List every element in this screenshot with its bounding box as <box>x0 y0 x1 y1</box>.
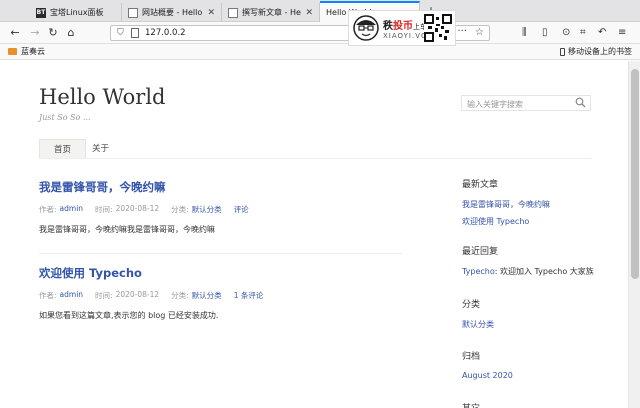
post-category-link[interactable]: 默认分类 <box>192 290 222 301</box>
comment-author-link[interactable]: Typecho <box>462 267 495 276</box>
post-author-link[interactable]: admin <box>60 204 84 215</box>
sidebar-recent-comments: 最近回复 Typecho: 欢迎加入 Typecho 大家族 <box>462 244 602 277</box>
post-title[interactable]: 欢迎使用 Typecho <box>39 265 403 281</box>
watermark-brand-top: 秩投币上车 <box>383 20 427 32</box>
watermark-text: 秩投币上车 XIAOYI.VC <box>383 17 427 40</box>
page-actions-icon[interactable]: ··· <box>457 26 467 37</box>
folder-icon <box>8 48 17 55</box>
post-meta: 作者: admin 时间: 2020-08-12 分类: 默认分类 1 条评论 <box>39 290 264 301</box>
search-placeholder: 输入关键字搜索 <box>467 100 523 109</box>
post-author-link[interactable]: admin <box>60 290 84 301</box>
recent-comment[interactable]: Typecho: 欢迎加入 Typecho 大家族 <box>462 266 602 277</box>
screenshot-icon[interactable]: ⊙ <box>562 27 570 38</box>
widget-title: 分类 <box>462 300 481 310</box>
post-excerpt: 如果您看到这篇文章,表示您的 blog 已经安装成功. <box>39 311 219 320</box>
back-icon[interactable]: ← <box>8 26 22 40</box>
url-text[interactable]: 127.0.0.2 <box>145 28 186 38</box>
bookmarks-toolbar: 蓝奏云 移动设备上的书签 <box>0 44 640 60</box>
post-meta: 作者: admin 时间: 2020-08-12 分类: 默认分类 评论 <box>39 204 249 215</box>
sidebar-archives: 归档 August 2020 <box>462 349 602 380</box>
post-comments-link[interactable]: 1 条评论 <box>234 290 264 301</box>
close-icon[interactable]: ✕ <box>305 8 313 18</box>
post-item: 我是雷锋哥哥，今晚约嘛 作者: admin 时间: 2020-08-12 分类: 默认… <box>39 179 403 254</box>
site-description: Just So So ... <box>39 113 91 122</box>
nav-about[interactable]: 关于 <box>78 139 123 159</box>
watermark-brand-bottom: XIAOYI.VC <box>383 31 427 40</box>
page-icon <box>228 7 238 18</box>
forward-icon[interactable]: → <box>28 26 42 40</box>
widget-title: 最新文章 <box>462 180 499 190</box>
page-info-icon[interactable] <box>131 28 139 38</box>
undo-icon[interactable]: ↶ <box>598 27 606 38</box>
post-comments-link[interactable]: 评论 <box>234 204 249 215</box>
tab-write-post[interactable]: 撰写新文章 - Hello ✕ <box>222 3 320 22</box>
post-title[interactable]: 我是雷锋哥哥，今晚约嘛 <box>39 179 403 195</box>
tab-label: 宝塔Linux面板 <box>50 8 104 17</box>
bookmark-star-icon[interactable]: ☆ <box>475 27 484 38</box>
category-link[interactable]: 默认分类 <box>462 319 602 330</box>
navigation-toolbar: ← → ↻ ⌂ ⛉ 127.0.0.2 ··· ☆ ⫼ ▯ ⊙ ⌗ ↶ ≡ <box>0 22 640 44</box>
post-date: 2020-08-12 <box>115 204 160 213</box>
post-divider <box>39 253 403 254</box>
bookmark-folder-lanzou[interactable]: 蓝奏云 <box>8 46 45 57</box>
tab-site-overview[interactable]: 网站概要 - Hello W ✕ <box>122 3 222 22</box>
recent-post-link[interactable]: 我是雷锋哥哥，今晚约嘛 <box>462 199 602 210</box>
comment-text: : 欢迎加入 Typecho 大家族 <box>494 267 594 276</box>
reload-icon[interactable]: ↻ <box>46 26 60 40</box>
search-input[interactable]: 输入关键字搜索 <box>461 95 591 111</box>
bookmark-label: 蓝奏云 <box>21 47 45 56</box>
archive-link[interactable]: August 2020 <box>462 371 602 380</box>
mobile-bookmarks[interactable]: 移动设备上的书签 <box>560 46 632 57</box>
sidebar-categories: 分类 默认分类 <box>462 297 602 330</box>
search-icon[interactable] <box>575 97 586 108</box>
crop-icon[interactable]: ⌗ <box>580 27 586 38</box>
post-category-link[interactable]: 默认分类 <box>192 204 222 215</box>
tab-label: 撰写新文章 - Hello <box>242 8 301 17</box>
sidebar-icon[interactable]: ▯ <box>542 27 548 38</box>
recent-post-link[interactable]: 欢迎使用 Typecho <box>462 216 602 227</box>
library-icon[interactable]: ⫼ <box>522 27 527 38</box>
tab-label: 网站概要 - Hello W <box>142 8 203 17</box>
page-scrollbar[interactable] <box>628 61 640 408</box>
phone-icon <box>560 47 565 56</box>
nav-divider <box>39 158 591 159</box>
post-excerpt: 我是雷锋哥哥，今晚约嘛我是雷锋哥哥，今晚约嘛 <box>39 225 215 234</box>
page-icon <box>128 7 138 18</box>
post-date: 2020-08-12 <box>115 290 160 299</box>
bt-panel-icon: BT <box>36 7 46 18</box>
watermark-badge: 秩投币上车 XIAOYI.VC <box>348 10 456 46</box>
menu-icon[interactable]: ≡ <box>618 27 626 38</box>
sidebar-recent-posts: 最新文章 我是雷锋哥哥，今晚约嘛 欢迎使用 Typecho <box>462 177 602 227</box>
mascot-face-icon <box>353 15 379 41</box>
home-icon[interactable]: ⌂ <box>64 26 78 40</box>
scrollbar-thumb[interactable] <box>631 69 639 279</box>
widget-title: 归档 <box>462 352 481 362</box>
mobile-bookmarks-label: 移动设备上的书签 <box>568 47 632 56</box>
shield-icon[interactable]: ⛉ <box>117 28 124 38</box>
widget-title: 最近回复 <box>462 247 499 257</box>
widget-title: 其它 <box>462 401 602 408</box>
close-icon[interactable]: ✕ <box>207 8 215 18</box>
web-page: Hello World Just So So ... 输入关键字搜索 首页 关于… <box>0 61 628 408</box>
site-title[interactable]: Hello World <box>39 85 166 109</box>
sidebar-other: 其它 <box>462 401 602 408</box>
tab-strip: BT 宝塔Linux面板 网站概要 - Hello W ✕ 撰写新文章 - He… <box>0 0 640 22</box>
tab-bt-panel[interactable]: BT 宝塔Linux面板 <box>30 3 122 22</box>
post-item: 欢迎使用 Typecho 作者: admin 时间: 2020-08-12 分类: 默… <box>39 265 403 321</box>
qr-code-icon <box>424 14 452 42</box>
